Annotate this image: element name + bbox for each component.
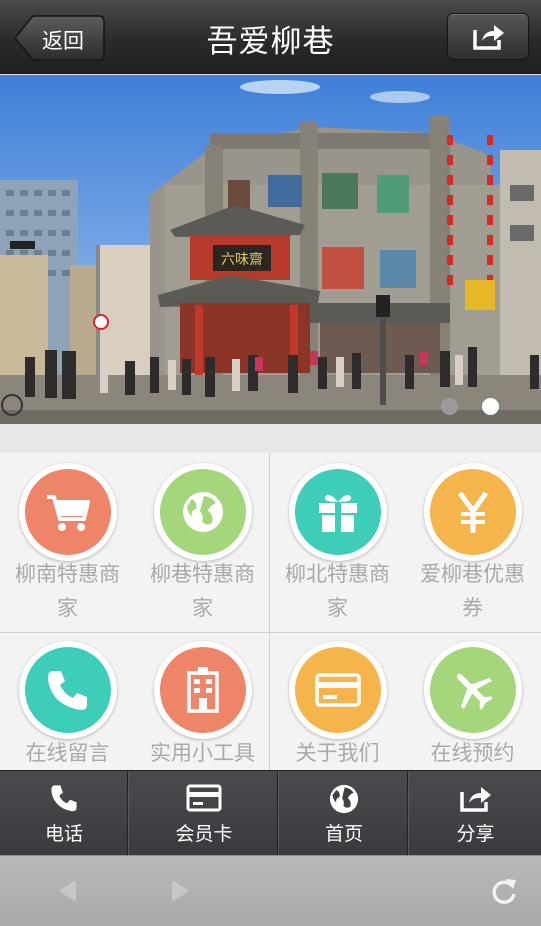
shortcut-liuxiang-deals[interactable]: 柳巷特惠商家	[135, 453, 270, 633]
icon-circle	[160, 647, 246, 733]
nav-label: 分享	[456, 823, 495, 845]
phone-icon	[48, 671, 87, 710]
globe-icon	[329, 784, 359, 814]
shortcut-leave-message[interactable]: 在线留言	[0, 633, 135, 770]
icon-ring	[424, 641, 522, 739]
card-icon	[315, 673, 361, 707]
nav-label: 会员卡	[175, 823, 233, 845]
bottom-nav: 电话 会员卡 首页 分享	[0, 770, 541, 856]
shortcut-coupons[interactable]: 爱柳巷优惠券	[405, 453, 540, 633]
nav-label: 首页	[324, 823, 363, 845]
shortcut-label: 在线留言	[25, 741, 110, 765]
icon-circle	[430, 647, 516, 733]
nav-divider	[407, 771, 409, 856]
nav-label: 电话	[44, 823, 83, 845]
icon-ring	[154, 641, 252, 739]
cart-icon	[47, 495, 90, 531]
icon-circle	[295, 469, 381, 555]
share-icon	[473, 25, 504, 50]
shortcut-label: 爱柳巷优惠券	[420, 562, 525, 620]
banner-carousel[interactable]: 六味齋	[0, 75, 541, 424]
icon-circle	[160, 469, 246, 555]
plane-icon	[456, 673, 493, 710]
shortcut-booking[interactable]: 在线预约	[405, 633, 540, 770]
icon-ring	[19, 463, 117, 561]
nav-share[interactable]: 分享	[410, 771, 541, 856]
icon-ring	[19, 641, 117, 739]
app-page: 返回 吾爱柳巷 六味齋 柳南特惠商家 柳巷特惠商家 柳北特惠商家 爱柳巷优惠券 …	[0, 0, 541, 926]
shortcut-label: 柳南特惠商家	[15, 562, 120, 620]
nav-divider	[127, 771, 129, 856]
grid-cell: 关于我们 在线预约	[270, 633, 541, 770]
shortcut-tools[interactable]: 实用小工具	[135, 633, 270, 770]
shortcut-south-deals[interactable]: 柳南特惠商家	[0, 453, 135, 633]
shortcut-label: 实用小工具	[150, 741, 255, 765]
icon-ring	[424, 463, 522, 561]
nav-home[interactable]: 首页	[280, 771, 408, 856]
gift-icon	[319, 494, 357, 532]
shortcut-label: 关于我们	[295, 741, 380, 765]
globe-icon	[183, 492, 223, 532]
shortcut-north-deals[interactable]: 柳北特惠商家	[270, 453, 405, 633]
refresh-icon[interactable]	[490, 876, 518, 906]
top-bar: 返回 吾爱柳巷	[0, 0, 541, 74]
nav-icon	[130, 783, 278, 815]
nav-divider	[277, 771, 279, 856]
icon-circle	[430, 469, 516, 555]
building-icon	[187, 667, 219, 713]
carousel-dot-1[interactable]	[441, 398, 458, 415]
banner-image: 六味齋	[0, 75, 541, 424]
carousel-dot-2-active[interactable]	[482, 398, 499, 415]
grid-cell: 柳南特惠商家 柳巷特惠商家	[0, 453, 270, 633]
shortcut-label: 柳巷特惠商家	[150, 562, 255, 620]
nav-icon	[280, 783, 408, 815]
browser-toolbar	[0, 855, 541, 926]
icon-circle	[25, 647, 111, 733]
nav-icon	[410, 783, 541, 815]
section-spacer	[0, 424, 541, 453]
icon-ring	[289, 463, 387, 561]
icon-ring	[154, 463, 252, 561]
icon-circle	[295, 647, 381, 733]
browser-forward-icon[interactable]	[170, 878, 192, 904]
icon-circle	[25, 469, 111, 555]
card-icon	[186, 784, 222, 812]
grid-cell: 在线留言 实用小工具	[0, 633, 270, 770]
phone-icon	[51, 785, 77, 812]
browser-back-icon[interactable]	[56, 878, 78, 904]
grid-cell: 柳北特惠商家 爱柳巷优惠券	[270, 453, 541, 633]
shop-sign-text: 六味齋	[221, 251, 263, 268]
nav-phone[interactable]: 电话	[0, 771, 128, 856]
shortcut-about-us[interactable]: 关于我们	[270, 633, 405, 770]
share-button[interactable]	[447, 13, 529, 60]
nav-icon	[0, 783, 128, 815]
icon-ring	[289, 641, 387, 739]
share-icon	[459, 787, 491, 812]
shortcut-label: 在线预约	[430, 741, 515, 765]
shortcut-label: 柳北特惠商家	[285, 562, 390, 620]
yen-icon	[457, 491, 489, 533]
nav-member-card[interactable]: 会员卡	[130, 771, 278, 856]
shortcut-grid: 柳南特惠商家 柳巷特惠商家 柳北特惠商家 爱柳巷优惠券 在线留言 实用小工具 关…	[0, 453, 541, 770]
